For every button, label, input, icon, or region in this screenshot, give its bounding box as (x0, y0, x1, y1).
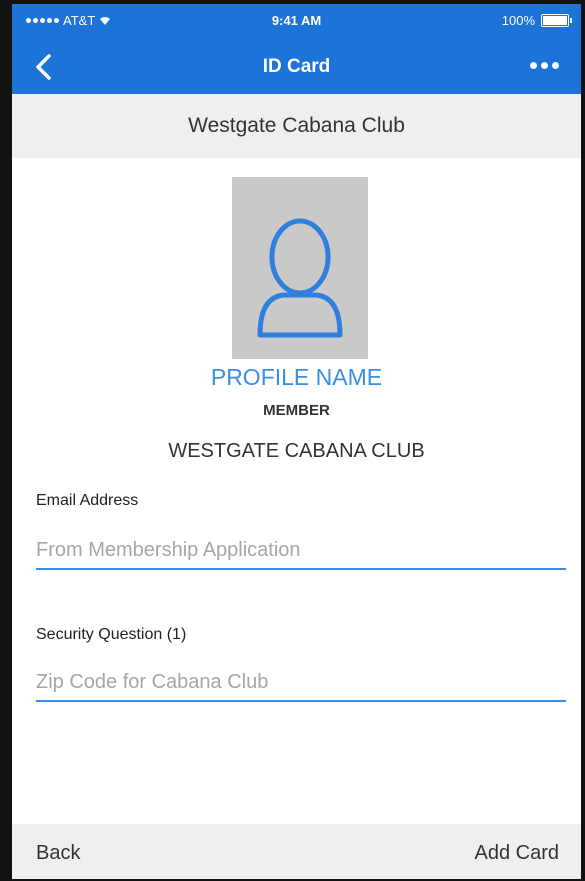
battery-percent: 100% (501, 13, 535, 28)
status-bar: AT&T 9:41 AM 100% (12, 4, 581, 40)
back-button[interactable]: Back (36, 842, 80, 865)
status-time: 9:41 AM (271, 13, 322, 28)
email-field[interactable] (36, 532, 566, 570)
page-title: ID Card (262, 56, 331, 77)
email-label: Email Address (36, 492, 139, 509)
user-icon (257, 218, 343, 338)
more-dots-icon[interactable] (526, 58, 563, 73)
security-question-label: Security Question (1) (36, 626, 187, 643)
add-card-button[interactable]: Add Card (475, 842, 560, 865)
club-header: Westgate Cabana Club (12, 94, 581, 158)
club-name: WESTGATE CABANA CLUB (168, 440, 425, 462)
avatar[interactable] (232, 177, 368, 359)
navigation-bar: ID Card (12, 40, 581, 94)
profile-name: PROFILE NAME (210, 364, 383, 390)
bottom-toolbar: Back Add Card (12, 824, 581, 879)
security-question-field[interactable] (36, 664, 566, 702)
member-role: MEMBER (263, 402, 330, 419)
phone-screen: AT&T 9:41 AM 100% ID Card Westgate Caban… (12, 4, 581, 879)
battery-icon (541, 14, 572, 27)
status-bar-right: 100% (501, 13, 572, 28)
